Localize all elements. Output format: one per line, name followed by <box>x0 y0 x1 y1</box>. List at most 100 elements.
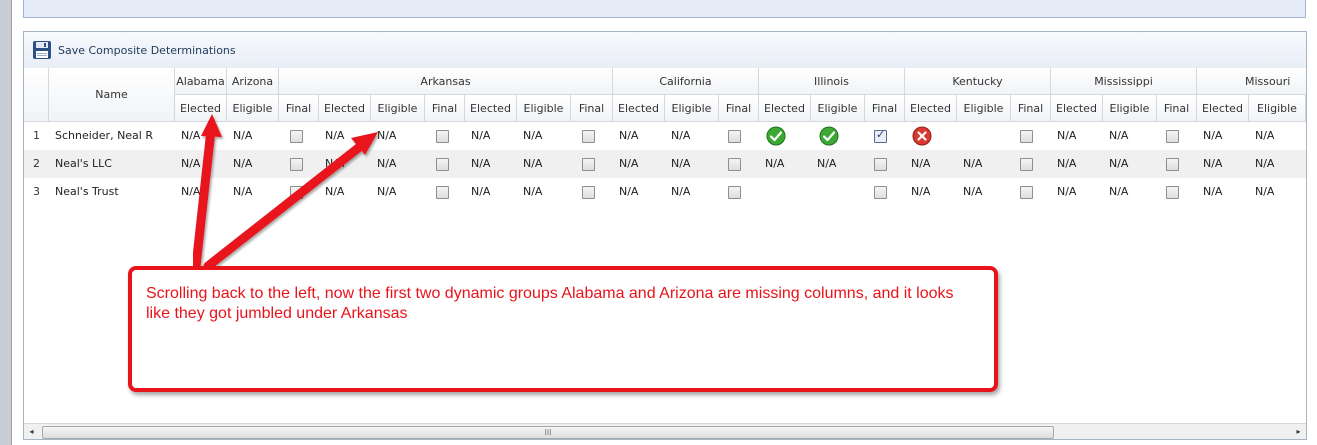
subheader-arkansas-final-1[interactable]: Final <box>279 95 319 122</box>
table-row[interactable]: 3 Neal's Trust N/A N/A N/A N/A N/A N/A N… <box>24 178 1306 206</box>
arkansas-elected-2-cell[interactable]: N/A <box>465 150 517 178</box>
row-number: 1 <box>33 129 40 142</box>
subheader-mississippi-final[interactable]: Final <box>1157 95 1197 122</box>
arkansas-final-2-checkbox[interactable] <box>436 158 449 171</box>
missouri-elected-cell[interactable]: N/A <box>1197 122 1249 150</box>
kentucky-elected-cell[interactable]: N/A <box>905 150 957 178</box>
table-row[interactable]: 2 Neal's LLC N/A N/A N/A N/A N/A N/A N/A… <box>24 150 1306 178</box>
kentucky-eligible-cell[interactable]: N/A <box>957 178 1011 206</box>
subheader-alabama-elected[interactable]: Elected <box>175 95 227 122</box>
missouri-elected-cell[interactable]: N/A <box>1197 178 1249 206</box>
california-elected-cell[interactable]: N/A <box>613 122 665 150</box>
subheader-mississippi-eligible[interactable]: Eligible <box>1103 95 1157 122</box>
arkansas-final-3-checkbox[interactable] <box>582 158 595 171</box>
arkansas-eligible-1-cell[interactable]: N/A <box>371 150 425 178</box>
illinois-final-checkbox[interactable] <box>874 186 887 199</box>
california-final-checkbox[interactable] <box>728 130 741 143</box>
arkansas-final-1-checkbox[interactable] <box>290 158 303 171</box>
table-row[interactable]: 1 Schneider, Neal R N/A N/A N/A N/A N/A … <box>24 122 1306 150</box>
missouri-elected-cell[interactable]: N/A <box>1197 150 1249 178</box>
arkansas-eligible-1-cell[interactable]: N/A <box>371 122 425 150</box>
subheader-arkansas-eligible-2[interactable]: Eligible <box>517 95 571 122</box>
california-eligible-cell[interactable]: N/A <box>665 122 719 150</box>
mississippi-elected-cell[interactable]: N/A <box>1051 150 1103 178</box>
alabama-elected-cell[interactable]: N/A <box>175 122 227 150</box>
subheader-missouri-eligible[interactable]: Eligible <box>1249 95 1306 122</box>
arkansas-final-3-checkbox[interactable] <box>582 130 595 143</box>
arkansas-eligible-2-cell[interactable]: N/A <box>517 150 571 178</box>
arkansas-elected-2-cell[interactable]: N/A <box>465 178 517 206</box>
arkansas-eligible-1-cell[interactable]: N/A <box>371 178 425 206</box>
missouri-eligible-cell[interactable]: N/A <box>1249 122 1306 150</box>
mississippi-elected-cell[interactable]: N/A <box>1051 122 1103 150</box>
arizona-eligible-cell[interactable]: N/A <box>227 150 279 178</box>
subheader-arkansas-elected-1[interactable]: Elected <box>319 95 371 122</box>
illinois-eligible-cell[interactable]: N/A <box>811 150 865 178</box>
scroll-right-arrow-icon[interactable]: ▸ <box>1291 424 1306 439</box>
california-elected-cell[interactable]: N/A <box>613 150 665 178</box>
california-eligible-cell[interactable]: N/A <box>665 178 719 206</box>
california-eligible-cell[interactable]: N/A <box>665 150 719 178</box>
subheader-california-eligible[interactable]: Eligible <box>665 95 719 122</box>
name-cell[interactable]: Neal's Trust <box>49 178 175 206</box>
arkansas-elected-1-cell[interactable]: N/A <box>319 178 371 206</box>
california-elected-cell[interactable]: N/A <box>613 178 665 206</box>
kentucky-elected-cell[interactable]: N/A <box>905 178 957 206</box>
california-final-checkbox[interactable] <box>728 158 741 171</box>
california-final-checkbox[interactable] <box>728 186 741 199</box>
subheader-missouri-elected[interactable]: Elected <box>1197 95 1249 122</box>
mississippi-eligible-cell[interactable]: N/A <box>1103 122 1157 150</box>
arkansas-elected-1-cell[interactable]: N/A <box>319 150 371 178</box>
subheader-arkansas-final-3[interactable]: Final <box>571 95 613 122</box>
subheader-kentucky-final[interactable]: Final <box>1011 95 1051 122</box>
subheader-illinois-eligible[interactable]: Eligible <box>811 95 865 122</box>
subheader-kentucky-eligible[interactable]: Eligible <box>957 95 1011 122</box>
arkansas-final-2-checkbox[interactable] <box>436 186 449 199</box>
save-composite-button[interactable]: Save Composite Determinations <box>32 38 236 62</box>
kentucky-final-checkbox[interactable] <box>1020 130 1033 143</box>
subheader-arizona-eligible[interactable]: Eligible <box>227 95 279 122</box>
illinois-final-checkbox[interactable] <box>874 128 887 143</box>
row-number-header <box>24 68 49 122</box>
arizona-eligible-cell[interactable]: N/A <box>227 122 279 150</box>
scroll-left-arrow-icon[interactable]: ◂ <box>24 424 39 439</box>
subheader-illinois-elected[interactable]: Elected <box>759 95 811 122</box>
mississippi-eligible-cell[interactable]: N/A <box>1103 178 1157 206</box>
name-cell[interactable]: Schneider, Neal R <box>49 122 175 150</box>
arkansas-elected-2-cell[interactable]: N/A <box>465 122 517 150</box>
missouri-eligible-cell[interactable]: N/A <box>1249 150 1306 178</box>
arkansas-eligible-2-cell[interactable]: N/A <box>517 122 571 150</box>
subheader-arkansas-final-2[interactable]: Final <box>425 95 465 122</box>
arkansas-final-2-checkbox[interactable] <box>436 130 449 143</box>
kentucky-final-checkbox[interactable] <box>1020 186 1033 199</box>
arkansas-final-3-checkbox[interactable] <box>582 186 595 199</box>
missouri-eligible-cell[interactable]: N/A <box>1249 178 1306 206</box>
name-cell[interactable]: Neal's LLC <box>49 150 175 178</box>
mississippi-eligible-cell[interactable]: N/A <box>1103 150 1157 178</box>
arkansas-final-1-checkbox[interactable] <box>290 186 303 199</box>
kentucky-eligible-cell[interactable]: N/A <box>957 150 1011 178</box>
arkansas-elected-1-cell[interactable]: N/A <box>319 122 371 150</box>
illinois-final-checkbox[interactable] <box>874 158 887 171</box>
mississippi-final-checkbox[interactable] <box>1166 130 1179 143</box>
alabama-elected-cell[interactable]: N/A <box>175 150 227 178</box>
subheader-mississippi-elected[interactable]: Elected <box>1051 95 1103 122</box>
arkansas-eligible-2-cell[interactable]: N/A <box>517 178 571 206</box>
kentucky-final-checkbox[interactable] <box>1020 158 1033 171</box>
scroll-thumb[interactable]: III <box>42 426 1054 439</box>
subheader-california-final[interactable]: Final <box>719 95 759 122</box>
subheader-california-elected[interactable]: Elected <box>613 95 665 122</box>
mississippi-elected-cell[interactable]: N/A <box>1051 178 1103 206</box>
subheader-arkansas-elected-2[interactable]: Elected <box>465 95 517 122</box>
arkansas-final-1-checkbox[interactable] <box>290 130 303 143</box>
mississippi-final-checkbox[interactable] <box>1166 186 1179 199</box>
subheader-illinois-final[interactable]: Final <box>865 95 905 122</box>
mississippi-final-checkbox[interactable] <box>1166 158 1179 171</box>
arizona-eligible-cell[interactable]: N/A <box>227 178 279 206</box>
horizontal-scrollbar[interactable]: ◂ III ▸ <box>24 423 1306 439</box>
name-column-header[interactable]: Name <box>49 68 175 122</box>
subheader-arkansas-eligible-1[interactable]: Eligible <box>371 95 425 122</box>
alabama-elected-cell[interactable]: N/A <box>175 178 227 206</box>
illinois-elected-cell[interactable]: N/A <box>759 150 811 178</box>
subheader-kentucky-elected[interactable]: Elected <box>905 95 957 122</box>
